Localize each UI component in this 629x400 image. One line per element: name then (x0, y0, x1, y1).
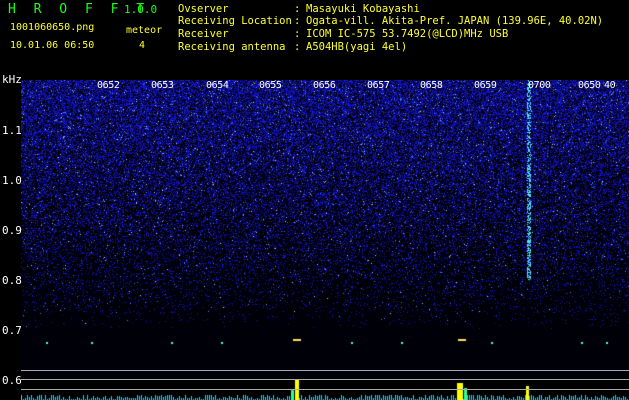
meteor-label: meteor (126, 25, 163, 36)
time-label: 0659 (474, 80, 497, 91)
band-line (21, 379, 629, 380)
info-colon: : (294, 15, 301, 27)
axis-tick: 0.6 (2, 374, 22, 387)
info-colon: : (294, 41, 301, 53)
time-label: 0654 (206, 80, 229, 91)
info-value-receiver: ICOM IC-575 53.7492(@LCD)MHz USB (306, 28, 509, 40)
spectrogram-canvas (21, 80, 629, 380)
info-key-antenna: Receiving antenna (178, 41, 286, 53)
axis-tick: 0.7 (2, 324, 22, 337)
info-value-observer: Masayuki Kobayashi (306, 3, 420, 15)
meteor-count: 4 (139, 40, 146, 51)
time-label: 0658 (420, 80, 443, 91)
time-label: 0653 (151, 80, 174, 91)
axis-tick: 0.9 (2, 224, 22, 237)
axis-tick: 0.8 (2, 274, 22, 287)
band-line (21, 389, 629, 390)
time-label: 0657 (367, 80, 390, 91)
axis-tick: 1.1 (2, 124, 22, 137)
time-label: 0656 (313, 80, 336, 91)
axis-unit: kHz (2, 73, 22, 86)
app-version: 1.0.0 (124, 3, 158, 16)
info-key-receiver: Receiver (178, 28, 229, 40)
spectrogram-window: { "header": { "title": "H R O F F T", "v… (0, 0, 629, 400)
file-name: 1001060650.png (10, 22, 95, 33)
info-key-observer: Ovserver (178, 3, 229, 15)
info-value-location: Ogata-vill. Akita-Pref. JAPAN (139.96E, … (306, 15, 604, 27)
info-colon: : (294, 28, 301, 40)
signal-strength-strip (21, 380, 629, 400)
band-line (21, 370, 629, 371)
info-value-antenna: A504HB(yagi 4el) (306, 41, 408, 53)
time-label: 0652 (97, 80, 120, 91)
time-label: 40 (604, 80, 616, 91)
axis-tick: 1.0 (2, 174, 22, 187)
info-colon: : (294, 3, 301, 15)
time-label: 0655 (259, 80, 282, 91)
info-key-location: Receiving Location (178, 15, 292, 27)
date-time: 10.01.06 06:50 (10, 40, 95, 51)
time-label: 0650 (578, 80, 601, 91)
time-label: 0700 (528, 80, 551, 91)
